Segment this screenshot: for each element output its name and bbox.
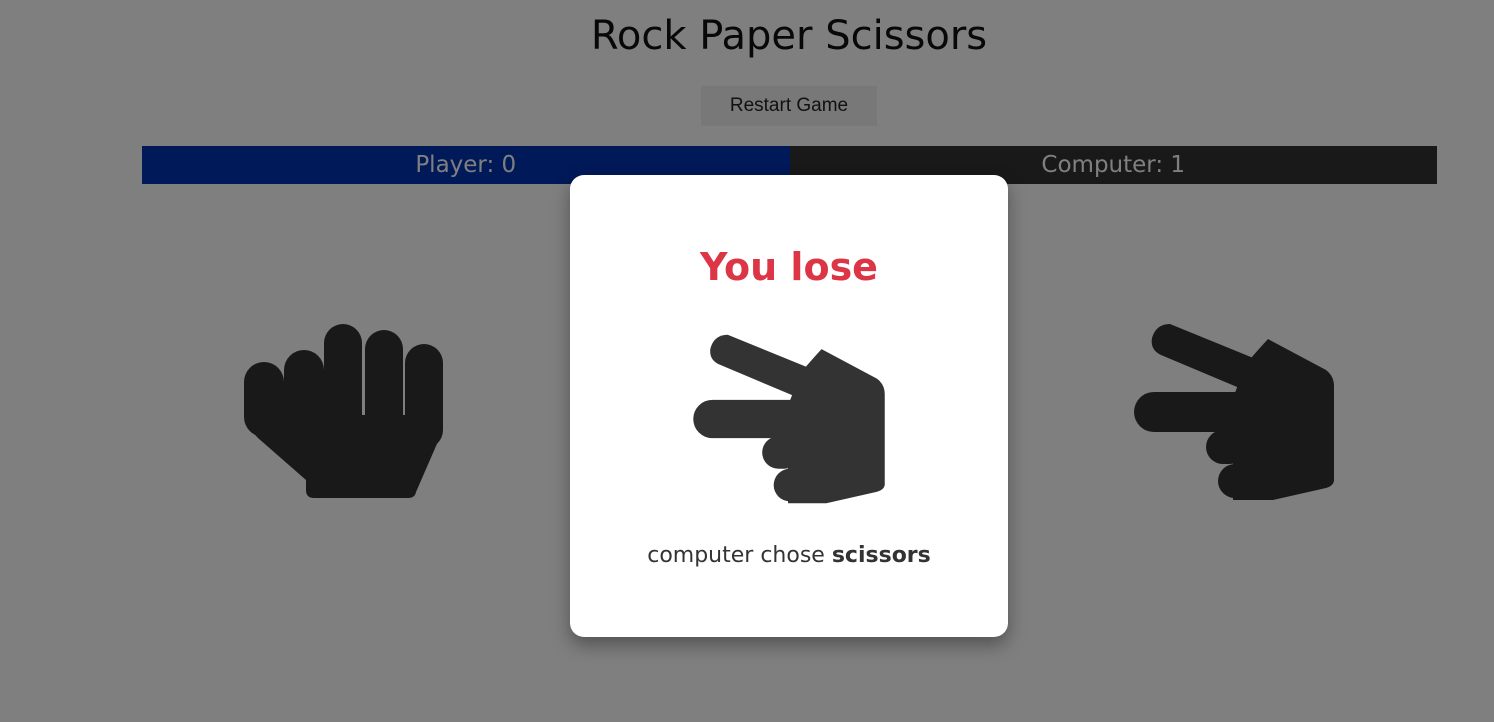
result-heading: You lose [700, 245, 878, 289]
computer-choice-value: scissors [831, 543, 931, 568]
computer-choice-text: computer chose scissors [570, 541, 1008, 571]
computer-choice-display [686, 329, 892, 509]
computer-chose-label: computer chose [647, 543, 825, 568]
result-modal: You lose computer chose scissors [570, 175, 1008, 637]
scissors-hand-icon [693, 334, 885, 504]
